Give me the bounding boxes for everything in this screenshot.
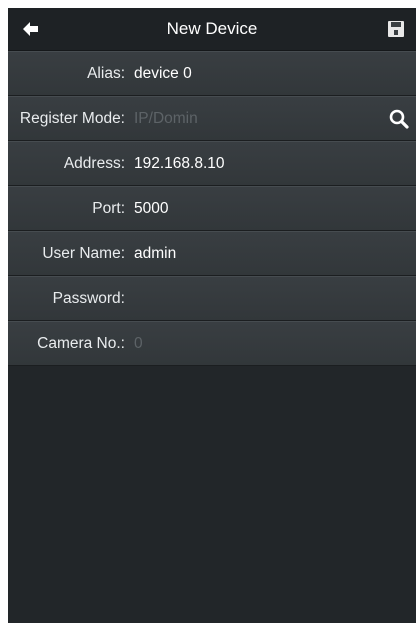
- user-name-label: User Name:: [42, 244, 125, 262]
- new-device-screen: New Device Alias: device 0 Register Mode…: [8, 8, 416, 623]
- address-label: Address:: [63, 154, 125, 172]
- back-button[interactable]: [18, 16, 44, 42]
- password-label: Password:: [52, 289, 125, 307]
- alias-field[interactable]: device 0: [134, 65, 416, 83]
- save-button[interactable]: [384, 17, 408, 41]
- user-name-field[interactable]: admin: [134, 245, 416, 263]
- camera-no-row[interactable]: Camera No.: 0: [8, 321, 416, 366]
- header-bar: New Device: [8, 8, 416, 51]
- empty-content-area: [8, 366, 416, 623]
- alias-row[interactable]: Alias: device 0: [8, 51, 416, 96]
- device-form: Alias: device 0 Register Mode: IP/Domin …: [8, 51, 416, 366]
- address-field[interactable]: 192.168.8.10: [134, 155, 416, 173]
- password-row[interactable]: Password:: [8, 276, 416, 321]
- address-row[interactable]: Address: 192.168.8.10: [8, 141, 416, 186]
- camera-no-label: Camera No.:: [37, 334, 125, 352]
- port-field[interactable]: 5000: [134, 200, 416, 218]
- search-icon[interactable]: [388, 108, 410, 130]
- page-title: New Device: [166, 19, 258, 38]
- register-mode-field[interactable]: IP/Domin: [134, 110, 416, 128]
- back-arrow-icon: [23, 22, 38, 36]
- register-mode-label: Register Mode:: [19, 109, 125, 127]
- alias-label: Alias:: [87, 64, 125, 82]
- camera-no-field[interactable]: 0: [134, 335, 416, 353]
- port-row[interactable]: Port: 5000: [8, 186, 416, 231]
- user-name-row[interactable]: User Name: admin: [8, 231, 416, 276]
- register-mode-row[interactable]: Register Mode: IP/Domin: [8, 96, 416, 141]
- port-label: Port:: [92, 199, 125, 217]
- save-floppy-icon: [388, 21, 404, 37]
